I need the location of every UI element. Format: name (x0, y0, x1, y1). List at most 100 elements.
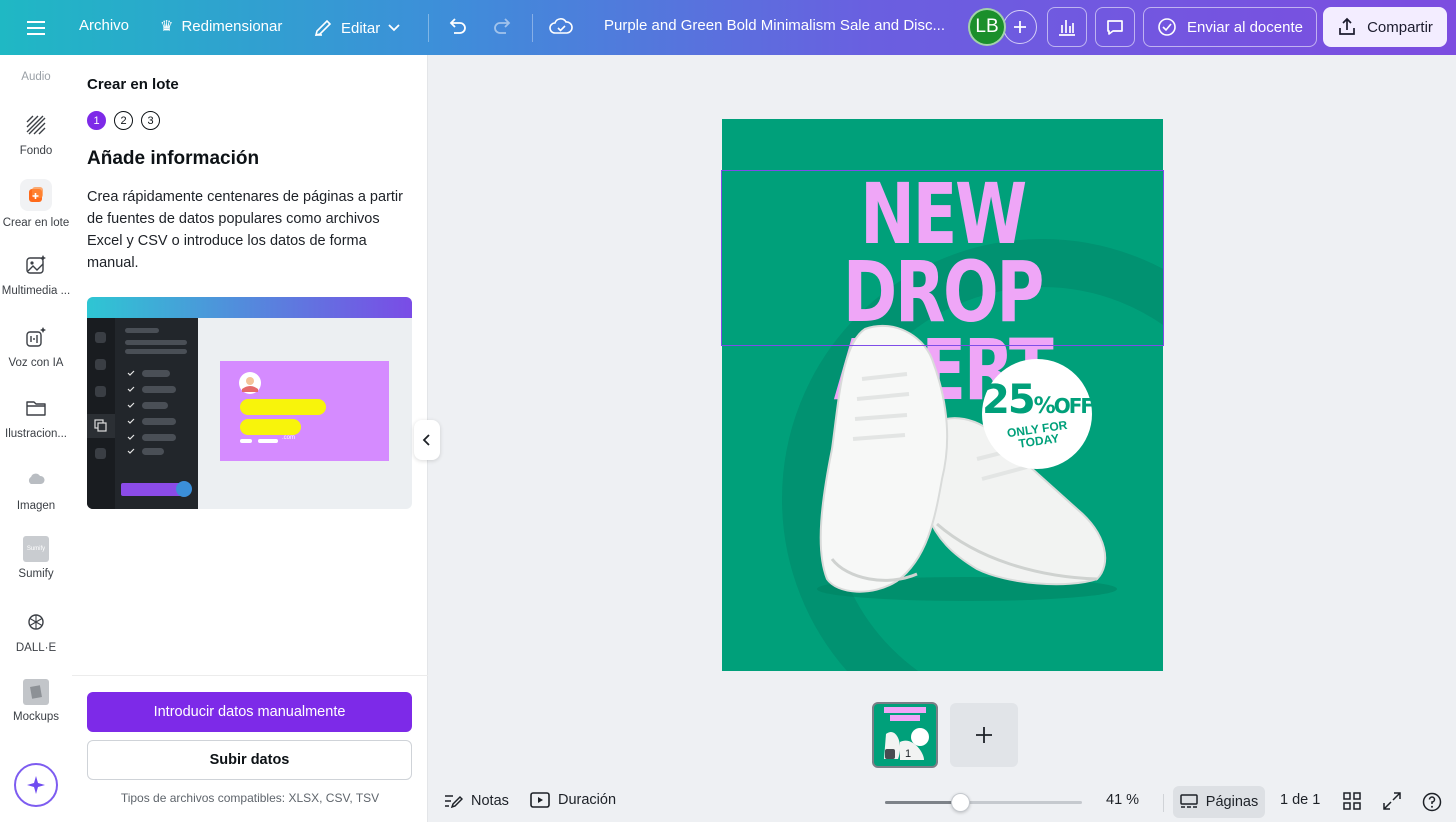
discount-badge[interactable]: 25%OFF ONLY FOR TODAY (982, 359, 1094, 469)
page-count-label: 1 de 1 (1280, 792, 1321, 808)
left-rail: Audio Fondo Crear en lote Multimedia ...… (0, 55, 72, 822)
rail-item-dalle[interactable]: DALL·E (0, 608, 72, 654)
panel-title: Crear en lote (87, 76, 179, 93)
rail-label: Crear en lote (2, 217, 70, 229)
duracion-label: Duración (558, 792, 617, 808)
bar-chart-icon (1059, 20, 1075, 36)
openai-icon (22, 608, 50, 636)
document-title[interactable]: Purple and Green Bold Minimalism Sale an… (604, 17, 949, 34)
check-circle-icon (1158, 18, 1176, 36)
illustration-header (87, 297, 412, 318)
add-page-button[interactable] (950, 703, 1018, 767)
bulk-create-icon (20, 179, 52, 211)
divider (1163, 794, 1164, 812)
illustration-card: .com (220, 361, 389, 461)
pages-icon (1180, 794, 1198, 808)
rail-item-fondo[interactable]: Fondo (0, 111, 72, 157)
enviar-label: Enviar al docente (1187, 18, 1303, 36)
supported-file-types: Tipos de archivos compatibles: XLSX, CSV… (120, 791, 380, 805)
bulk-create-illustration: .com (87, 297, 412, 509)
divider (532, 14, 533, 42)
editar-label: Editar (341, 19, 381, 37)
hamburger-menu-icon[interactable] (22, 14, 50, 42)
introducir-datos-button[interactable]: Introducir datos manualmente (87, 692, 412, 732)
rail-label: Fondo (19, 145, 53, 157)
step-1: 1 (87, 111, 106, 130)
archivo-menu[interactable]: Archivo (79, 17, 129, 34)
zoom-slider-handle[interactable] (950, 793, 970, 812)
help-icon[interactable] (1422, 792, 1442, 812)
folder-icon (22, 394, 50, 422)
page-thumbnail[interactable]: 1 (872, 702, 938, 768)
step-2: 2 (114, 111, 133, 130)
sparkle-icon (27, 776, 45, 794)
editar-dropdown[interactable]: Editar (313, 14, 400, 42)
rail-item-mockups[interactable]: Mockups (0, 679, 72, 723)
rail-item-multimedia[interactable]: Multimedia ... (0, 251, 72, 297)
share-icon (1339, 17, 1355, 35)
rail-label: Ilustracion... (5, 428, 67, 440)
comments-button[interactable] (1095, 7, 1135, 47)
mockups-icon (23, 679, 49, 705)
paginas-button[interactable]: Páginas (1173, 786, 1265, 818)
sneakers-image[interactable] (777, 319, 1117, 604)
insights-button[interactable] (1047, 7, 1087, 47)
divider (428, 14, 429, 42)
badge-percent: 25%OFF (982, 377, 1094, 423)
panel-description: Crea rápidamente centenares de páginas a… (87, 189, 403, 271)
rail-label: Multimedia ... (1, 285, 71, 297)
compartir-label: Compartir (1367, 18, 1433, 36)
duracion-button[interactable]: Duración (530, 792, 616, 808)
paginas-label: Páginas (1205, 794, 1259, 810)
enviar-al-docente-button[interactable]: Enviar al docente (1143, 7, 1317, 47)
undo-icon[interactable] (444, 14, 470, 45)
fullscreen-icon[interactable] (1383, 792, 1401, 810)
redimensionar-button[interactable]: ♛ Redimensionar (160, 17, 283, 36)
notas-label: Notas (471, 793, 509, 809)
rail-label: Voz con IA (8, 357, 64, 369)
page-count: 1 de 1 (1280, 792, 1320, 808)
zoom-slider-fill (885, 801, 960, 804)
thumbnail-page-number: 1 (905, 748, 912, 760)
magic-media-icon (22, 251, 50, 279)
rail-label: Imagen (16, 500, 56, 512)
cloud-saved-icon[interactable] (548, 14, 574, 45)
rail-item-crear-en-lote[interactable]: Crear en lote (0, 179, 72, 229)
zoom-label: 41 % (1106, 792, 1140, 808)
collapse-panel-button[interactable] (414, 420, 440, 460)
rail-item-imagen[interactable]: Imagen (0, 466, 72, 512)
zoom-slider[interactable] (885, 793, 1082, 812)
rail-item-audio[interactable]: Audio (0, 71, 72, 83)
redimensionar-label: Redimensionar (181, 17, 283, 35)
notes-icon (445, 795, 463, 809)
rail-label: Mockups (12, 711, 60, 723)
badge-off: OFF (1053, 394, 1094, 418)
grid-view-icon[interactable] (1343, 792, 1361, 810)
rail-item-voz-con-ia[interactable]: Voz con IA (0, 323, 72, 369)
avatar[interactable]: LB (968, 8, 1006, 46)
badge-percent-value: 25 (982, 377, 1036, 423)
panel-footer: Introducir datos manualmente Subir datos… (72, 675, 428, 822)
stepper: 1 2 3 (87, 111, 160, 130)
magic-assistant-button[interactable] (14, 763, 58, 807)
add-collaborator-button[interactable] (1003, 10, 1037, 44)
step-3: 3 (141, 111, 160, 130)
pencil-icon (314, 19, 332, 37)
compartir-button[interactable]: Compartir (1323, 7, 1447, 47)
sumify-app-icon: Sumify (23, 536, 49, 562)
cloud-image-icon (22, 466, 50, 494)
archivo-label: Archivo (79, 17, 130, 34)
comment-icon (1107, 20, 1123, 35)
rail-label: DALL·E (15, 642, 57, 654)
redo-icon[interactable] (490, 14, 516, 45)
badge-percent-sign: % (1033, 394, 1056, 419)
subir-datos-button[interactable]: Subir datos (87, 740, 412, 780)
rail-item-ilustraciones[interactable]: Ilustracion... (0, 394, 72, 440)
notas-button[interactable]: Notas (443, 792, 509, 810)
rail-item-sumify[interactable]: Sumify Sumify (0, 536, 72, 580)
chevron-left-icon (422, 434, 430, 446)
zoom-value[interactable]: 41 % (1106, 792, 1139, 808)
plus-icon (1014, 21, 1026, 33)
background-pattern-icon (22, 111, 50, 139)
illustration-email-text: .com (282, 435, 296, 441)
